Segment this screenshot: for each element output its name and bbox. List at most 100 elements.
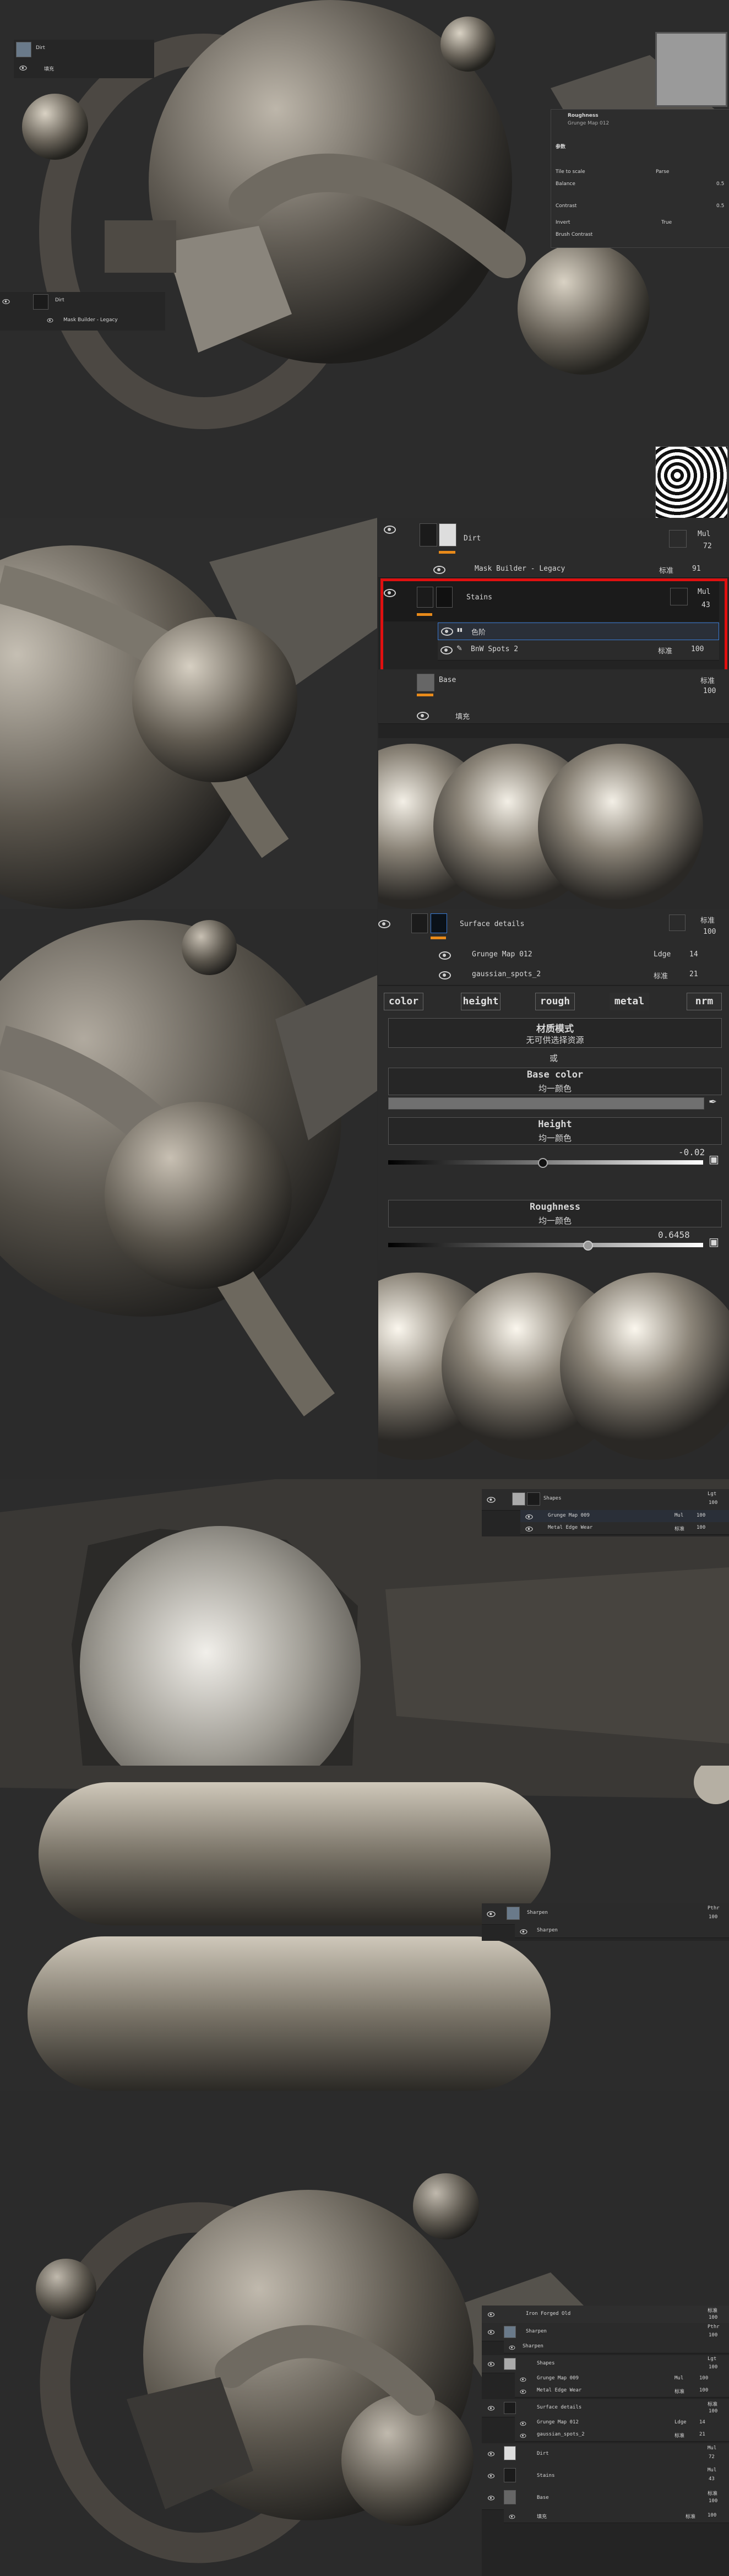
opacity-value[interactable]: 72: [709, 2454, 715, 2460]
layer-row[interactable]: Sharpen Pthr 100: [482, 2323, 729, 2341]
layer-row[interactable]: Sharpen: [504, 2341, 729, 2353]
opacity-value[interactable]: 43: [709, 2476, 715, 2482]
layer-row-grunge-012[interactable]: Grunge Map 012 Ldge 14: [378, 945, 729, 966]
opacity-value[interactable]: 43: [701, 601, 710, 609]
layer-row-sharpen[interactable]: Sharpen Pthr 100: [482, 1903, 729, 1925]
layer-row-levels[interactable]: ▮▮ 色阶: [438, 623, 719, 640]
layer-row[interactable]: Metal Edge Wear 标准 100: [515, 2385, 729, 2398]
layer-row-surface-details[interactable]: Surface details 标准 100: [378, 909, 729, 946]
eye-icon[interactable]: [487, 2312, 495, 2317]
blend-mode[interactable]: Mul: [674, 1513, 683, 1518]
base-color-swatch[interactable]: [388, 1097, 704, 1110]
eye-icon[interactable]: [520, 2421, 526, 2426]
blend-mode[interactable]: Pthr: [708, 1906, 720, 1911]
channel-height-button[interactable]: height: [461, 993, 500, 1010]
height-slider-handle[interactable]: [538, 1158, 548, 1168]
layer-row-gaussian[interactable]: gaussian_spots_2 标准 21: [378, 965, 729, 986]
eye-icon[interactable]: [47, 318, 53, 323]
opacity-value[interactable]: 100: [691, 645, 704, 653]
eye-icon[interactable]: [520, 1929, 527, 1934]
viewport-3d[interactable]: [0, 909, 377, 1479]
eye-icon[interactable]: [487, 2451, 495, 2456]
eye-icon[interactable]: [520, 2377, 526, 2382]
opacity-value[interactable]: 100: [709, 1914, 717, 1920]
layer-row[interactable]: Dirt Mul 72: [482, 2443, 729, 2466]
roughness-slider-handle[interactable]: [583, 1241, 593, 1251]
opacity-value[interactable]: 91: [692, 565, 701, 573]
height-box[interactable]: Height 均一颜色: [388, 1117, 722, 1145]
blend-mode[interactable]: 标准: [674, 2388, 684, 2395]
eye-icon[interactable]: [487, 1497, 496, 1503]
roughness-box[interactable]: Roughness 均一颜色: [388, 1200, 722, 1227]
viewport-3d[interactable]: [0, 518, 377, 909]
reset-icon[interactable]: ▣: [709, 1235, 719, 1248]
blend-mode[interactable]: 标准: [708, 2490, 717, 2497]
eye-icon[interactable]: [441, 627, 453, 636]
blend-mode[interactable]: 标准: [708, 2400, 717, 2407]
layer-row[interactable]: Base 标准 100: [482, 2487, 729, 2510]
blend-mode[interactable]: 标准: [674, 2432, 684, 2439]
opacity-value[interactable]: 14: [699, 2420, 705, 2425]
opacity-value[interactable]: 100: [703, 928, 716, 936]
blend-mode[interactable]: 标准: [686, 2513, 695, 2520]
opacity-value[interactable]: 100: [709, 2333, 717, 2338]
blend-mode[interactable]: 标准: [700, 675, 715, 685]
blend-mode[interactable]: 标准: [708, 2307, 717, 2314]
opacity-value[interactable]: 100: [699, 2375, 708, 2381]
blend-mode[interactable]: 标准: [700, 914, 715, 925]
eye-icon[interactable]: [378, 920, 390, 928]
layer-row-sharpen-effect[interactable]: Sharpen: [515, 1924, 729, 1938]
blend-mode[interactable]: Ldge: [654, 950, 671, 959]
blend-mode[interactable]: 标准: [659, 565, 673, 575]
opacity-value[interactable]: 100: [699, 2388, 708, 2393]
layer-row[interactable]: 填充 标准 100: [504, 2509, 729, 2523]
eye-icon[interactable]: [440, 646, 453, 654]
opacity-value[interactable]: 100: [709, 2498, 717, 2504]
channel-color-button[interactable]: color: [384, 993, 423, 1010]
eye-icon[interactable]: [487, 2474, 495, 2478]
channel-rough-button[interactable]: rough: [535, 993, 575, 1010]
layer-row-grunge-009[interactable]: Grunge Map 009 Mul 100: [520, 1510, 729, 1523]
roughness-value[interactable]: 0.6458: [658, 1230, 690, 1240]
prop-value[interactable]: Parse: [656, 169, 669, 175]
eye-icon[interactable]: [384, 589, 396, 597]
blend-mode[interactable]: Lgt: [708, 1491, 716, 1497]
blend-mode[interactable]: Mul: [698, 530, 710, 538]
eye-icon[interactable]: [384, 526, 396, 534]
layer-row-bnw-spots[interactable]: ✎ BnW Spots 2 标准 100: [438, 640, 719, 661]
eye-icon[interactable]: [487, 1911, 496, 1917]
eyedropper-icon[interactable]: ✒: [709, 1096, 717, 1108]
opacity-value[interactable]: 100: [709, 2315, 717, 2320]
layer-row[interactable]: Stains Mul 43: [482, 2465, 729, 2488]
layer-row-stains[interactable]: Stains Mul 43: [384, 581, 719, 621]
base-color-box[interactable]: Base color 均一颜色: [388, 1068, 722, 1095]
opacity-value[interactable]: 100: [708, 2513, 716, 2518]
opacity-value[interactable]: 72: [703, 542, 712, 550]
eye-icon[interactable]: [439, 951, 451, 960]
blend-mode[interactable]: 标准: [674, 1525, 684, 1532]
eye-icon[interactable]: [2, 299, 10, 304]
prop-value[interactable]: True: [661, 220, 672, 225]
eye-icon[interactable]: [525, 1514, 533, 1519]
blend-mode[interactable]: Mul: [708, 2467, 716, 2473]
opacity-value[interactable]: 100: [697, 1513, 705, 1518]
prop-value[interactable]: 0.5: [716, 203, 724, 209]
eye-icon[interactable]: [487, 2362, 495, 2367]
eye-icon[interactable]: [487, 2496, 495, 2501]
channel-metal-button[interactable]: metal: [610, 993, 649, 1010]
opacity-value[interactable]: 21: [699, 2432, 705, 2437]
layer-row-fill[interactable]: 填充: [378, 708, 729, 724]
opacity-value[interactable]: 100: [703, 687, 716, 695]
layer-row-mask-builder[interactable]: Mask Builder - Legacy 标准 91: [378, 562, 729, 578]
layer-row-metal-edge-wear[interactable]: Metal Edge Wear 标准 100: [520, 1522, 729, 1535]
blend-mode[interactable]: Mul: [674, 2375, 683, 2381]
opacity-value[interactable]: 14: [689, 950, 698, 959]
opacity-value[interactable]: 100: [697, 1525, 705, 1530]
reset-icon[interactable]: ▣: [709, 1152, 719, 1166]
opacity-value[interactable]: 100: [709, 2364, 717, 2370]
eye-icon[interactable]: [417, 712, 429, 720]
height-value[interactable]: -0.02: [678, 1147, 705, 1157]
opacity-value[interactable]: 100: [709, 1500, 717, 1506]
eye-icon[interactable]: [487, 2330, 495, 2335]
eye-icon[interactable]: [439, 971, 451, 979]
